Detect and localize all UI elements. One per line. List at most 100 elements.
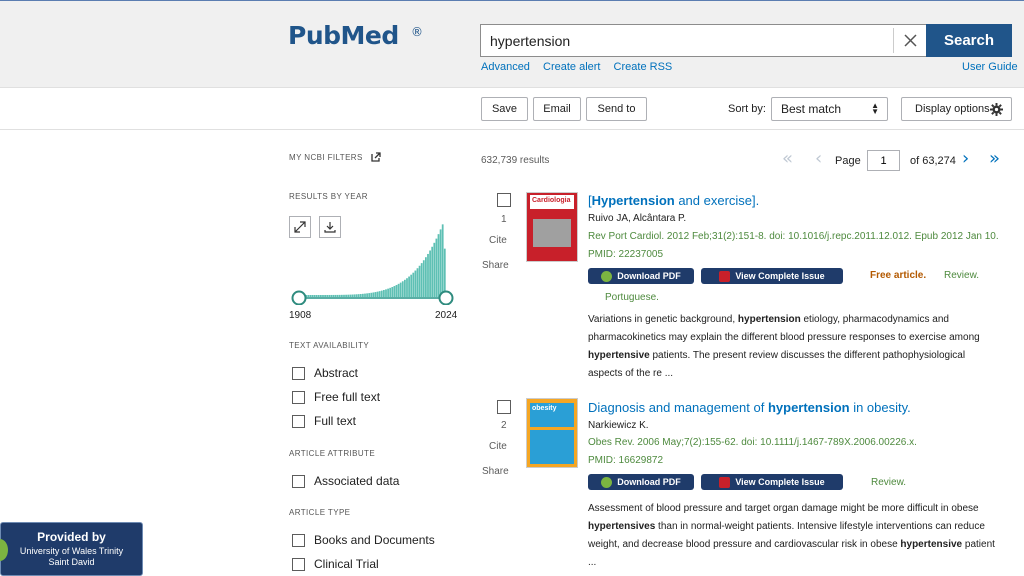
create-alert-link[interactable]: Create alert [543, 61, 600, 73]
histogram-bar [311, 295, 314, 297]
filter-abstract[interactable]: Abstract [292, 366, 358, 380]
header-bar: PubMed ® Search Advanced Create alert Cr… [0, 0, 1024, 88]
histogram-bar [385, 289, 387, 297]
save-button[interactable]: Save [481, 97, 528, 121]
histogram-bar [320, 295, 322, 297]
search-button[interactable]: Search [926, 24, 1012, 57]
provider-name-line1: University of Wales Trinity [19, 546, 124, 556]
histogram-bar [330, 294, 333, 297]
year-slider-end-handle[interactable] [438, 290, 454, 305]
histogram-bar [387, 288, 389, 297]
article-pmid: PMID: 22237005 [588, 249, 664, 260]
histogram-bar [401, 281, 404, 297]
filter-books-and-documents[interactable]: Books and Documents [292, 533, 435, 547]
result-checkbox[interactable] [497, 193, 511, 207]
gear-icon [990, 103, 1003, 116]
histogram-bar [336, 294, 339, 297]
checkbox[interactable] [292, 533, 305, 547]
histogram-bar [343, 294, 345, 297]
histogram-bar [357, 294, 360, 297]
histogram-bar [439, 229, 442, 297]
histogram-bar [364, 293, 366, 297]
cite-button[interactable]: Cite [489, 441, 507, 452]
article-authors: Narkiewicz K. [588, 420, 649, 431]
view-complete-issue-button[interactable]: View Complete Issue [701, 268, 843, 284]
histogram-bar [404, 279, 406, 297]
histogram-bar [441, 224, 444, 297]
filter-associated-data[interactable]: Associated data [292, 474, 399, 488]
histogram-bar [324, 294, 326, 297]
histogram-bar [309, 295, 312, 297]
article-title-link[interactable]: Diagnosis and management of hypertension… [588, 400, 911, 415]
article-snippet: Assessment of blood pressure and target … [588, 503, 995, 568]
page-number-input[interactable] [867, 150, 900, 171]
clear-search-button[interactable] [893, 28, 926, 53]
histogram-bar [412, 272, 415, 297]
histogram-bar [349, 294, 352, 297]
filter-label: Free full text [314, 390, 381, 404]
filter-full-text[interactable]: Full text [292, 414, 356, 428]
sort-select[interactable]: Best match ▲ ▼ [771, 97, 888, 121]
histogram-bar [429, 250, 431, 297]
next-page-icon[interactable]: › [962, 148, 969, 169]
pdf-drop-icon [601, 476, 613, 488]
toolbar-divider [0, 129, 1024, 130]
histogram-bar [366, 293, 368, 297]
download-pdf-button[interactable]: Download PDF [588, 474, 694, 490]
histogram-bar [431, 246, 434, 297]
send-to-button[interactable]: Send to [586, 97, 647, 121]
checkbox[interactable] [292, 557, 305, 571]
share-button[interactable]: Share [482, 466, 509, 477]
journal-cover-image[interactable]: Cardiologia [526, 192, 578, 262]
filter-label: Full text [314, 414, 357, 428]
histogram-bar [414, 270, 417, 297]
issue-icon [719, 476, 731, 488]
histogram-bar [416, 268, 419, 297]
filter-clinical-trial[interactable]: Clinical Trial [292, 557, 379, 571]
result-checkbox[interactable] [497, 400, 511, 414]
histogram-bar [370, 292, 373, 297]
display-options-label: Display options [915, 103, 990, 115]
histogram-bar [425, 257, 427, 297]
cite-button[interactable]: Cite [489, 235, 507, 246]
display-options-button[interactable]: Display options [901, 97, 1012, 121]
histogram-bar [313, 295, 316, 297]
histogram-bar [307, 295, 310, 297]
histogram-bar [408, 276, 410, 297]
year-end-label: 2024 [435, 310, 458, 321]
histogram-bar [437, 234, 440, 297]
page-label: Page [835, 155, 861, 167]
create-rss-link[interactable]: Create RSS [614, 61, 673, 73]
histogram-bar [391, 286, 394, 297]
search-box [480, 24, 926, 57]
article-authors: Ruivo JA, Alcântara P. [588, 213, 687, 224]
email-button[interactable]: Email [533, 97, 581, 121]
histogram-bar [393, 286, 396, 297]
share-button[interactable]: Share [482, 260, 509, 271]
article-citation: Obes Rev. 2006 May;7(2):155-62. doi: 10.… [588, 437, 917, 448]
histogram-bar [341, 294, 343, 297]
filter-free-full-text[interactable]: Free full text [292, 390, 380, 404]
advanced-link[interactable]: Advanced [481, 61, 530, 73]
histogram-bar [345, 294, 347, 297]
view-complete-issue-button[interactable]: View Complete Issue [701, 474, 843, 490]
histogram-bar [389, 287, 392, 297]
histogram-bar [418, 265, 421, 297]
download-pdf-button[interactable]: Download PDF [588, 268, 694, 284]
search-input[interactable] [481, 25, 893, 56]
checkbox[interactable] [292, 366, 305, 380]
article-title-link[interactable]: [Hypertension and exercise]. [588, 193, 759, 208]
histogram-bar [353, 294, 356, 297]
year-slider-start-handle[interactable] [291, 290, 307, 305]
pubmed-logo[interactable]: PubMed ® [288, 21, 423, 65]
last-page-icon[interactable]: » [989, 148, 1000, 169]
journal-cover-image[interactable]: obesity [526, 398, 578, 468]
user-guide-link[interactable]: User Guide [962, 61, 1018, 73]
checkbox[interactable] [292, 414, 305, 428]
text-availability-heading: TEXT AVAILABILITY [289, 341, 370, 350]
provided-by-badge[interactable]: Provided by University of Wales Trinity … [0, 522, 143, 576]
my-ncbi-filters-heading[interactable]: MY NCBI FILTERS [289, 152, 381, 162]
checkbox[interactable] [292, 474, 305, 488]
checkbox[interactable] [292, 390, 305, 404]
histogram-bar [326, 294, 329, 297]
